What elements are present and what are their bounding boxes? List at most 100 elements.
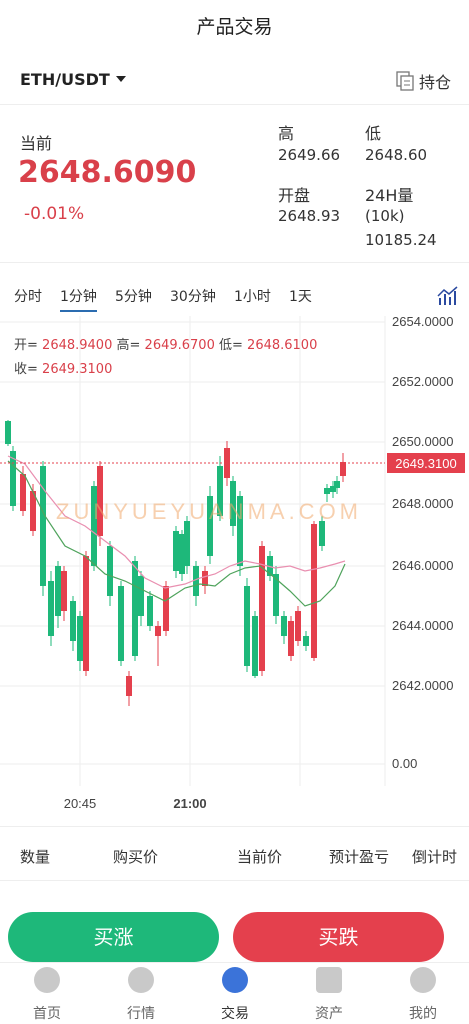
- candle-body: [155, 626, 161, 636]
- tab-1day[interactable]: 1天: [289, 286, 312, 306]
- current-price: 2648.6090: [18, 155, 197, 190]
- candle-body: [132, 561, 138, 656]
- divider: [0, 826, 469, 827]
- x-tick-label: 20:45: [64, 796, 97, 811]
- nav-home[interactable]: 首页: [17, 967, 77, 1023]
- candle-body: [55, 566, 61, 616]
- y-tick-label: 0.00: [392, 756, 417, 771]
- candle-body: [126, 676, 132, 696]
- current-label: 当前: [20, 134, 53, 153]
- low-value: 2648.6100: [247, 338, 318, 353]
- low-label: 低=: [219, 338, 243, 353]
- candle-body: [5, 421, 11, 444]
- divider: [0, 104, 469, 105]
- candle-body: [147, 596, 153, 626]
- nav-assets[interactable]: 资产: [299, 967, 359, 1023]
- candle-body: [324, 488, 330, 494]
- pair-selector[interactable]: ETH/USDT: [20, 70, 110, 89]
- candle-body: [173, 531, 179, 571]
- candle-body: [61, 571, 67, 611]
- candle-body: [252, 616, 258, 676]
- nav-label: 首页: [33, 1006, 61, 1022]
- candle-body: [311, 524, 317, 658]
- y-tick-label: 2652.0000: [392, 374, 453, 389]
- y-tick-label: 2650.0000: [392, 434, 453, 449]
- close-value: 2649.3100: [42, 362, 113, 377]
- holdings-label: 持仓: [419, 73, 452, 92]
- nav-profile[interactable]: 我的: [393, 967, 453, 1023]
- candle-body: [303, 636, 309, 646]
- tab-1min[interactable]: 1分钟: [60, 286, 97, 312]
- position-table-header: 数量 购买价 当前价 预计盈亏 倒计时: [0, 846, 469, 868]
- tab-1hour[interactable]: 1小时: [234, 286, 271, 306]
- low-label: 低: [365, 124, 382, 143]
- candle-body: [340, 462, 346, 476]
- candle-body: [20, 474, 26, 511]
- nav-label: 行情: [127, 1006, 155, 1022]
- buy-down-button[interactable]: 买跌: [233, 912, 444, 962]
- y-tick-label: 2646.0000: [392, 558, 453, 573]
- candle-body: [48, 581, 54, 636]
- volume-value: 10185.24: [365, 231, 437, 249]
- market-icon: [128, 967, 154, 993]
- ohlc-readout: 开= 2648.9400 高= 2649.6700 低= 2648.6100 收…: [14, 334, 334, 382]
- candle-body: [295, 611, 301, 641]
- candle-body: [334, 481, 340, 488]
- open-label: 开盘: [278, 186, 311, 205]
- candle-body: [163, 586, 169, 631]
- volume-unit: (10k): [365, 207, 405, 225]
- price-change: -0.01%: [24, 204, 85, 224]
- candle-body: [83, 556, 89, 671]
- column-header: 倒计时: [412, 848, 458, 866]
- x-tick-label: 21:00: [173, 796, 206, 811]
- holdings-button[interactable]: 持仓: [396, 69, 451, 93]
- divider: [0, 262, 469, 263]
- y-tick-label: 2654.0000: [392, 316, 453, 329]
- page-title: 产品交易: [196, 16, 273, 38]
- candle-body: [118, 586, 124, 661]
- nav-label: 资产: [315, 1006, 343, 1022]
- profile-icon: [410, 967, 436, 993]
- watermark: ZUNYUEYUANMA.COM: [56, 499, 362, 524]
- caret-down-icon[interactable]: [116, 76, 126, 82]
- candle-body: [138, 576, 144, 616]
- tab-30min[interactable]: 30分钟: [170, 286, 216, 306]
- candle-body: [70, 601, 76, 641]
- trade-icon: [222, 967, 248, 993]
- bottom-nav: 首页 行情 交易 资产 我的: [0, 962, 469, 1024]
- high-label: 高: [278, 124, 295, 143]
- open-label: 开=: [14, 338, 38, 353]
- column-header: 当前价: [237, 848, 283, 866]
- high-label: 高=: [116, 338, 141, 353]
- column-header: 预计盈亏: [329, 848, 390, 866]
- high-value: 2649.66: [278, 146, 341, 164]
- column-header: 数量: [20, 848, 51, 866]
- candle-body: [91, 486, 97, 566]
- candle-body: [202, 571, 208, 586]
- column-header: 购买价: [113, 848, 159, 866]
- nav-label: 我的: [409, 1006, 437, 1022]
- last-price-label: 2649.3100: [395, 456, 456, 471]
- y-tick-label: 2644.0000: [392, 618, 453, 633]
- candle-body: [77, 616, 83, 661]
- indicator-chart-icon[interactable]: [437, 286, 461, 306]
- candle-body: [107, 546, 113, 596]
- candlestick-chart[interactable]: 2649.3100 2654.0000 2652.0000 2650.0000 …: [0, 316, 469, 816]
- high-value: 2649.6700: [144, 338, 215, 353]
- candle-body: [281, 616, 287, 636]
- candle-body: [288, 621, 294, 656]
- y-tick-label: 2642.0000: [392, 678, 453, 693]
- open-value: 2648.93: [278, 207, 341, 225]
- tab-timeshare[interactable]: 分时: [14, 286, 42, 306]
- y-tick-label: 2648.0000: [392, 496, 453, 511]
- nav-market[interactable]: 行情: [111, 967, 171, 1023]
- home-icon: [34, 967, 60, 993]
- close-label: 收=: [14, 362, 38, 377]
- tab-5min[interactable]: 5分钟: [115, 286, 152, 306]
- nav-label: 交易: [221, 1006, 249, 1022]
- holdings-icon: [396, 71, 414, 91]
- candle-body: [244, 586, 250, 666]
- buy-up-button[interactable]: 买涨: [8, 912, 219, 962]
- nav-trade[interactable]: 交易: [205, 967, 265, 1023]
- interval-tabs: 分时 1分钟 5分钟 30分钟 1小时 1天: [0, 286, 469, 312]
